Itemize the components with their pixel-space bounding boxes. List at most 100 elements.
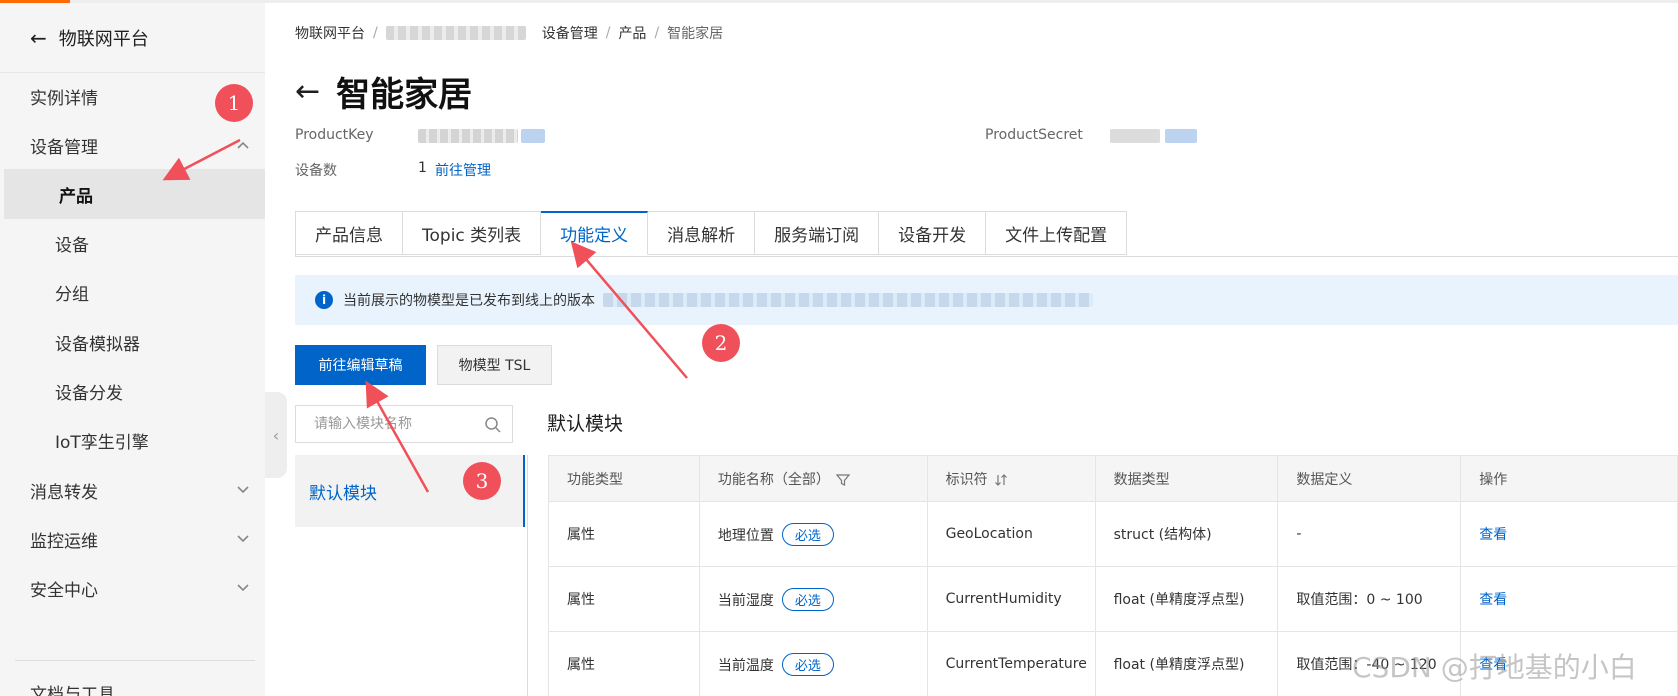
cell-actions: 查看 [1460, 566, 1678, 632]
sidebar-item-label: 安全中心 [30, 580, 98, 601]
sidebar-item-label: 监控运维 [30, 531, 98, 552]
table-row: 属性 当前湿度 必选 CurrentHumidity float (单精度浮点型)… [548, 566, 1678, 632]
view-link[interactable]: 查看 [1479, 592, 1507, 608]
tabs-underline [295, 256, 1678, 257]
info-notice: i 当前展示的物模型是已发布到线上的版本 [295, 275, 1678, 325]
show-secret-link[interactable] [1165, 129, 1197, 143]
cell-type: 属性 [548, 566, 700, 632]
view-link[interactable]: 查看 [1479, 527, 1507, 543]
sidebar-item-label: IoT孪生引擎 [55, 432, 149, 453]
cell-name: 当前湿度 必选 [698, 566, 928, 632]
notice-text: 当前展示的物模型是已发布到线上的版本 [343, 293, 595, 309]
chevron-up-icon [237, 141, 249, 149]
sidebar-header[interactable]: ← 物联网平台 [0, 3, 265, 73]
page-title-row: ← 智能家居 [295, 67, 472, 116]
sidebar-item-label: 文档与工具 [30, 684, 115, 696]
chevron-down-icon [237, 535, 249, 543]
sidebar-item-group[interactable]: 分组 [0, 267, 265, 317]
breadcrumb-root[interactable]: 物联网平台 [295, 23, 365, 43]
column-header-function-type: 功能类型 [548, 455, 700, 502]
sidebar-item-docs-tools[interactable]: 文档与工具 [0, 667, 265, 696]
breadcrumb-current: 智能家居 [667, 26, 724, 42]
info-icon: i [315, 291, 333, 309]
copy-icon[interactable] [521, 129, 545, 143]
module-search-input[interactable] [314, 416, 474, 432]
tsl-button[interactable]: 物模型 TSL [437, 345, 552, 385]
main-content: 物联网平台 / 设备管理 / 产品 / 智能家居 ← 智能家居 ProductK… [265, 3, 1678, 696]
sidebar-item-monitoring[interactable]: 监控运维 [0, 514, 265, 564]
tab-message-parsing[interactable]: 消息解析 [648, 211, 756, 255]
required-badge: 必选 [781, 522, 834, 546]
tab-file-upload-config[interactable]: 文件上传配置 [986, 211, 1128, 255]
sidebar-item-device[interactable]: 设备 [0, 218, 265, 268]
table-row: 属性 地理位置 必选 GeoLocation struct (结构体) - 查看 [548, 501, 1678, 567]
watermark: CSDN @打地基的小白 [1352, 651, 1637, 684]
breadcrumb: 物联网平台 / 设备管理 / 产品 / 智能家居 [295, 23, 723, 43]
tab-function-definition[interactable]: 功能定义 [541, 211, 649, 255]
column-header-label: 数据类型 [1113, 471, 1170, 488]
column-header-label: 数据定义 [1296, 471, 1353, 488]
column-header-identifier[interactable]: 标识符 [926, 455, 1096, 502]
sidebar-item-iot-twin-engine[interactable]: IoT孪生引擎 [0, 415, 265, 465]
page-title: 智能家居 [336, 75, 473, 115]
sidebar-item-device-simulator[interactable]: 设备模拟器 [0, 317, 265, 367]
column-header-label: 操作 [1479, 471, 1508, 488]
sidebar-item-label: 实例详情 [30, 88, 98, 109]
breadcrumb-device-management[interactable]: 设备管理 [542, 23, 598, 43]
sidebar-item-label: 分组 [55, 284, 89, 305]
cell-data-definition: - [1277, 501, 1462, 567]
back-arrow-icon[interactable]: ← [295, 74, 320, 109]
tab-topic-list[interactable]: Topic 类列表 [403, 211, 542, 255]
cell-identifier: CurrentHumidity [926, 566, 1096, 632]
product-key-label: ProductKey [295, 127, 374, 143]
module-search [295, 405, 513, 443]
cell-data-type: float (单精度浮点型) [1094, 631, 1279, 696]
product-secret-redacted [1110, 129, 1160, 143]
column-header-function-name[interactable]: 功能名称（全部） [698, 455, 928, 502]
tab-server-subscription[interactable]: 服务端订阅 [755, 211, 880, 255]
function-name: 地理位置 [717, 527, 774, 544]
sidebar-item-message-forwarding[interactable]: 消息转发 [0, 465, 265, 515]
chevron-down-icon [237, 584, 249, 592]
sidebar-item-label: 产品 [59, 186, 93, 207]
sidebar-item-label: 设备分发 [55, 383, 123, 404]
cell-identifier: GeoLocation [926, 501, 1096, 567]
sidebar-item-device-distribution[interactable]: 设备分发 [0, 366, 265, 416]
tab-bar: 产品信息 Topic 类列表 功能定义 消息解析 服务端订阅 设备开发 文件上传… [295, 211, 1128, 257]
tab-device-development[interactable]: 设备开发 [879, 211, 987, 255]
required-badge: 必选 [781, 652, 834, 676]
column-header-label: 标识符 [945, 471, 988, 488]
sidebar-item-label: 设备管理 [30, 137, 98, 158]
tab-product-info[interactable]: 产品信息 [296, 211, 403, 255]
sidebar-item-product[interactable]: 产品 [4, 169, 265, 219]
sidebar-divider [15, 660, 255, 661]
filter-icon[interactable] [835, 473, 850, 487]
manage-devices-link[interactable]: 前往管理 [435, 160, 491, 180]
cell-type: 属性 [548, 631, 700, 696]
breadcrumb-separator: / [373, 25, 378, 41]
breadcrumb-separator: / [605, 25, 611, 41]
section-title: 默认模块 [547, 413, 624, 435]
sidebar-item-device-management[interactable]: 设备管理 [0, 120, 265, 170]
column-header-data-definition: 数据定义 [1277, 455, 1462, 502]
cell-data-definition: 取值范围：0 ~ 100 [1277, 566, 1462, 632]
search-icon[interactable] [484, 416, 502, 434]
module-panel-divider [527, 455, 528, 696]
breadcrumb-instance-redacted[interactable] [385, 26, 526, 40]
device-count-label: 设备数 [295, 163, 337, 179]
device-count-value: 1 [418, 160, 427, 176]
cell-data-type: float (单精度浮点型) [1094, 566, 1279, 632]
product-key-redacted [418, 129, 518, 143]
required-badge: 必选 [781, 587, 834, 611]
sidebar-item-security-center[interactable]: 安全中心 [0, 563, 265, 613]
cell-name: 当前温度 必选 [698, 631, 928, 696]
edit-draft-button[interactable]: 前往编辑草稿 [295, 345, 426, 385]
sort-icon[interactable] [994, 473, 1008, 487]
sidebar-item-label: 设备模拟器 [55, 334, 140, 355]
product-secret-label: ProductSecret [985, 127, 1083, 143]
notice-redacted-detail [603, 293, 1093, 307]
function-name: 当前湿度 [717, 592, 774, 609]
back-arrow-icon[interactable]: ← [30, 26, 47, 50]
sidebar-item-label: 设备 [55, 235, 89, 256]
breadcrumb-product[interactable]: 产品 [618, 23, 646, 43]
